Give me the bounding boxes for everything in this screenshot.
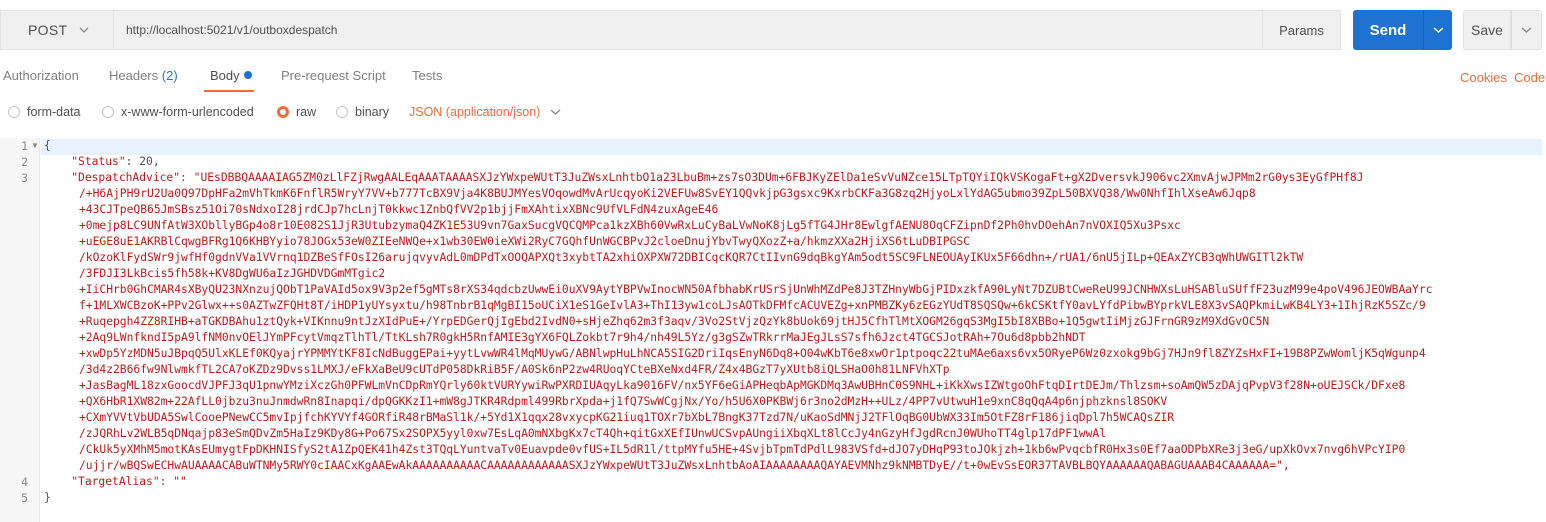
mode-raw[interactable]: raw bbox=[277, 105, 316, 119]
chevron-down-icon bbox=[1521, 27, 1532, 33]
body-editor[interactable]: 1 ▼ 2 3 4 5 { "Status": 20, "DespatchAdv… bbox=[0, 138, 1546, 522]
despatch-value-line: +QX6HbR1XW82m+22AfLL0jbzu3nuJnmdwRn8Inap… bbox=[79, 395, 1168, 408]
despatch-value-line: /+H6AjPH9rU2Ua0Q97DpHFa2mVhTkmK6FnflR5Wr… bbox=[79, 187, 1256, 200]
radio-form-data[interactable] bbox=[8, 106, 20, 118]
body-indicator-dot bbox=[243, 71, 252, 79]
tab-headers[interactable]: Headers (2) bbox=[109, 68, 178, 83]
despatch-value-line: +xwDp5YzMDN5uJBpqQ5UlxKLEf0KQyajrYPMMYtK… bbox=[79, 347, 1426, 360]
fold-arrow-icon[interactable]: ▼ bbox=[31, 141, 39, 150]
despatch-value-line: f+1MLXWCBzoK+PPv2Glwx++s0AZTwZFQHt8T/iHD… bbox=[79, 299, 1426, 312]
tab-headers-label: Headers bbox=[109, 68, 159, 83]
save-label: Save bbox=[1471, 22, 1503, 38]
despatch-value-line: +uEGE8uE1AKRBlCqwgBFRg1Q6KHBYyio78JOGx53… bbox=[79, 235, 970, 248]
content-type-label: JSON (application/json) bbox=[409, 105, 541, 119]
chevron-down-icon bbox=[1433, 27, 1443, 34]
despatch-value-line: /CkUk5yXMhM5motKAsEUmygtFpDKHNISfyS2tA1Z… bbox=[79, 443, 1406, 456]
chevron-down-icon bbox=[550, 109, 561, 115]
tab-authorization[interactable]: Authorization bbox=[3, 68, 79, 83]
tab-body-label: Body bbox=[210, 68, 240, 83]
code-link[interactable]: Code bbox=[1514, 70, 1545, 85]
body-mode-selector: form-data x-www-form-urlencoded raw bina… bbox=[0, 96, 1546, 130]
open-brace: { bbox=[44, 139, 51, 152]
send-label: Send bbox=[1369, 21, 1407, 39]
despatch-value-line: +43CJTpeQB65JmSBsz51Oi70sNdxoI28jrdCJp7h… bbox=[79, 203, 719, 216]
despatch-value-line: +CXmYVVtVbUDA5SwlCooePNewCC5mvIpjfchKYVY… bbox=[79, 411, 1175, 424]
line-number: 3 bbox=[21, 171, 28, 185]
radio-binary[interactable] bbox=[336, 106, 348, 118]
cookies-link[interactable]: Cookies bbox=[1460, 70, 1507, 85]
content-type-select[interactable]: JSON (application/json) bbox=[409, 105, 561, 119]
request-bar: POST http://localhost:5021/v1/outboxdesp… bbox=[0, 0, 1546, 62]
despatch-value-line: +JasBagML18zxGoocdVJPFJ3qU1pnwYMziXczGh0… bbox=[79, 379, 1406, 392]
code-line: "TargetAlias": "" bbox=[71, 475, 187, 488]
send-button[interactable]: Send bbox=[1353, 10, 1423, 50]
despatch-value-line: /ujjr/wBQSwECHwAUAAAACABuWTNMy5RWY0cIAAC… bbox=[79, 459, 1290, 472]
radio-raw[interactable] bbox=[277, 106, 289, 118]
despatch-value-line: /3d4z2B66fw9NlwmkfTL2CA7oKZDz9Dvss1LMXJ/… bbox=[79, 363, 950, 376]
despatch-value-line: /kOzoKlFydSWr9jwfHf0gdnVVa1VVrnq1DZBeSfF… bbox=[79, 251, 1304, 264]
chevron-down-icon bbox=[79, 27, 89, 33]
send-options-button[interactable] bbox=[1423, 10, 1452, 50]
urlencoded-label: x-www-form-urlencoded bbox=[121, 105, 254, 119]
despatch-value-line: /zJQRhLv2WLB5qDNqajp83eSmQDvZm5HaIz9KDy8… bbox=[79, 427, 1106, 440]
status-key: "Status" bbox=[71, 155, 126, 168]
despatch-key: "DespatchAdvice" bbox=[71, 171, 181, 184]
binary-label: binary bbox=[355, 105, 390, 119]
save-options-button[interactable] bbox=[1511, 10, 1542, 50]
request-tabs: Authorization Headers (2) Body Pre-reque… bbox=[0, 62, 1546, 92]
url-value: http://localhost:5021/v1/outboxdespatch bbox=[126, 23, 338, 37]
target-alias-key: "TargetAlias" bbox=[71, 475, 160, 488]
close-brace: } bbox=[44, 491, 51, 504]
mode-binary[interactable]: binary bbox=[336, 105, 389, 119]
code-line: } bbox=[44, 490, 1544, 506]
code-line: "DespatchAdvice": "UEsDBBQAAAAIAG5ZM0zLl… bbox=[71, 171, 1364, 184]
method-select[interactable]: POST bbox=[0, 10, 113, 50]
despatch-value-line: /3FDJI3LkBcis5fh58k+KV8DgWU6aIzJGHDVDGmM… bbox=[79, 267, 386, 280]
headers-count: (2) bbox=[161, 68, 178, 83]
despatch-value-line: "UEsDBBQAAAAIAG5ZM0zLlFZjRwgAALEqAAATAAA… bbox=[193, 171, 1364, 184]
code-content: { "Status": 20, "DespatchAdvice": "UEsDB… bbox=[44, 138, 1544, 506]
active-tab-underline bbox=[204, 90, 254, 92]
tab-prerequest-script[interactable]: Pre-request Script bbox=[281, 68, 386, 83]
line-number: 2 bbox=[21, 155, 28, 169]
line-number: 4 bbox=[21, 475, 28, 489]
line-number: 1 bbox=[21, 139, 28, 153]
params-label: Params bbox=[1279, 22, 1324, 38]
despatch-value-line: +2Aq9LWnfkndI5pA9lfNM0nvOElJYmPFcytVmqzT… bbox=[79, 331, 1086, 344]
mode-form-data[interactable]: form-data bbox=[8, 105, 81, 119]
mode-urlencoded[interactable]: x-www-form-urlencoded bbox=[102, 105, 254, 119]
despatch-value-line: +IiCHrb0GhCMAR4sXByQU23NXnzujQObT1PaVAId… bbox=[79, 283, 1433, 296]
line-gutter: 1 ▼ 2 3 4 5 bbox=[0, 138, 40, 522]
raw-label: raw bbox=[296, 105, 317, 119]
method-label: POST bbox=[28, 22, 68, 38]
line-number: 5 bbox=[21, 491, 28, 505]
code-line: "Status": 20, bbox=[71, 155, 160, 168]
despatch-value-line: +0mejp8LC9UNfAtW3XObllyBGp4o8r10E082S1Jj… bbox=[79, 219, 1181, 232]
params-button[interactable]: Params bbox=[1262, 10, 1341, 50]
form-data-label: form-data bbox=[27, 105, 81, 119]
target-alias-value: "" bbox=[173, 475, 187, 488]
tab-tests[interactable]: Tests bbox=[412, 68, 442, 83]
status-value: 20 bbox=[139, 155, 153, 168]
save-button[interactable]: Save bbox=[1463, 10, 1511, 50]
radio-urlencoded[interactable] bbox=[102, 106, 114, 118]
url-input[interactable]: http://localhost:5021/v1/outboxdespatch bbox=[113, 10, 1263, 50]
despatch-value-line: +Ruqepgh4ZZ8RIHB+aTGKDBAhu1ztQyk+VIKnnu9… bbox=[79, 315, 1270, 328]
code-line: { bbox=[44, 138, 1544, 154]
tab-body[interactable]: Body bbox=[210, 68, 252, 83]
